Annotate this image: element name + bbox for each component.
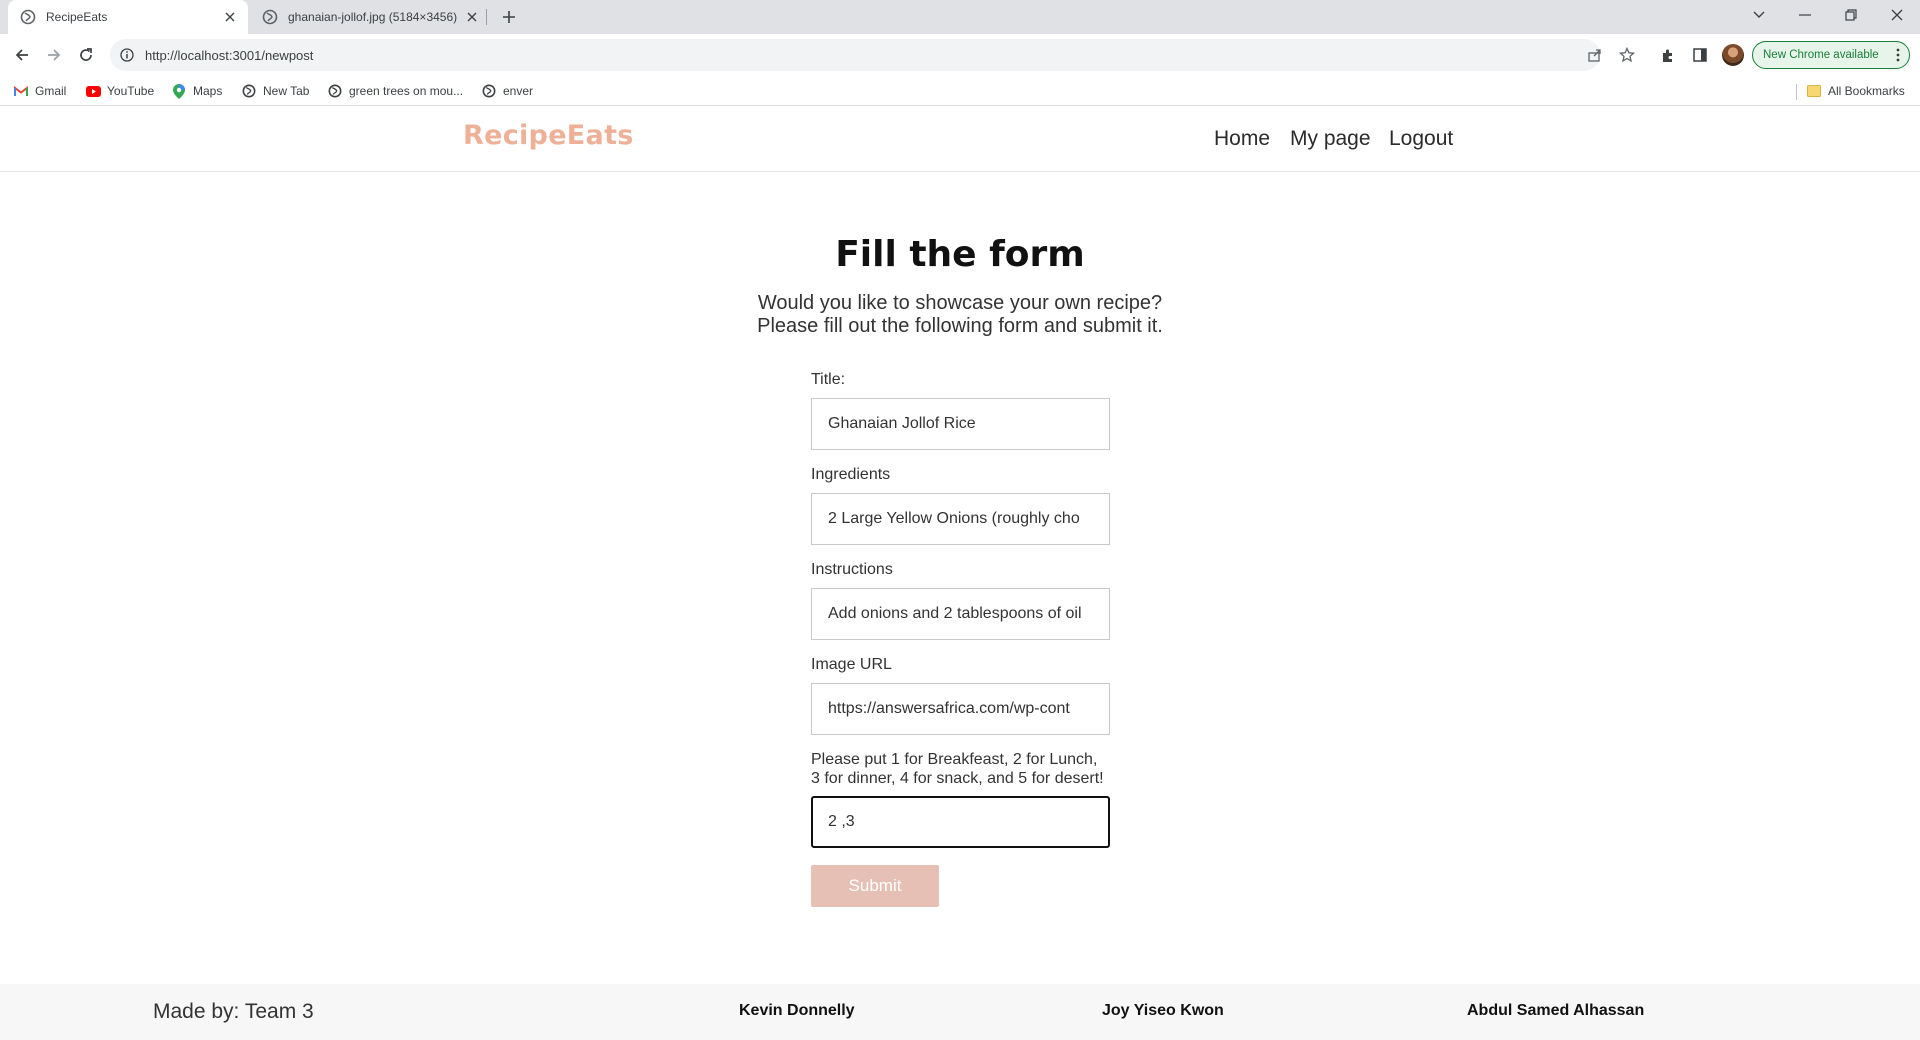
new-post-form-section: Fill the form Would you like to showcase…: [0, 172, 1920, 984]
bookmark-maps[interactable]: Maps: [171, 83, 222, 99]
bookmarks-bar: Gmail YouTube Maps New Tab green trees o…: [0, 76, 1920, 106]
intro-line-1: Would you like to showcase your own reci…: [757, 292, 1163, 314]
image-url-input-value: https://answersafrica.com/wp-cont: [828, 700, 1070, 717]
site-logo[interactable]: RecipeEats: [463, 120, 634, 151]
browser-toolbar: http://localhost:3001/newpost: [0, 34, 1920, 76]
share-icon[interactable]: [1585, 45, 1605, 65]
address-bar[interactable]: http://localhost:3001/newpost: [110, 39, 1600, 71]
maps-icon: [171, 83, 187, 99]
gmail-icon: [13, 83, 29, 99]
globe-icon: [481, 83, 497, 99]
site-footer: Made by: Team 3 Kevin Donnelly Joy Yiseo…: [0, 984, 1920, 1040]
reload-icon[interactable]: [72, 41, 100, 69]
team-member-name: Kevin Donnelly: [739, 1002, 855, 1019]
instructions-input[interactable]: Add onions and 2 tablespoons of oil: [811, 588, 1110, 640]
title-label: Title:: [811, 371, 846, 388]
bookmark-green-trees[interactable]: green trees on mou...: [327, 83, 463, 99]
nav-logout-link[interactable]: Logout: [1389, 127, 1453, 151]
bookmark-label: Gmail: [35, 84, 67, 98]
nav-my-page-link[interactable]: My page: [1290, 127, 1371, 151]
all-bookmarks-label: All Bookmarks: [1828, 84, 1905, 98]
globe-icon: [241, 83, 257, 99]
intro-line-2: Please fill out the following form and s…: [757, 315, 1163, 337]
minimize-icon[interactable]: [1782, 0, 1828, 30]
category-label-line-2: 3 for dinner, 4 for snack, and 5 for des…: [811, 770, 1104, 787]
close-window-icon[interactable]: [1874, 0, 1920, 30]
close-icon[interactable]: [222, 9, 238, 25]
more-menu-icon[interactable]: [1895, 48, 1901, 62]
category-label: Please put 1 for Breakfeast, 2 for Lunch…: [811, 750, 1104, 788]
team-member-name: Abdul Samed Alhassan: [1467, 1002, 1645, 1019]
image-url-input[interactable]: https://answersafrica.com/wp-cont: [811, 683, 1110, 735]
nav-home-link[interactable]: Home: [1214, 127, 1270, 151]
made-by-text: Made by: Team 3: [153, 1000, 314, 1023]
youtube-icon: [85, 83, 101, 99]
tab-search-icon[interactable]: [1736, 0, 1782, 30]
bookmark-label: New Tab: [263, 84, 310, 98]
globe-icon: [327, 83, 343, 99]
instructions-input-value: Add onions and 2 tablespoons of oil: [828, 605, 1082, 622]
forward-arrow-icon[interactable]: [40, 41, 68, 69]
bookmark-gmail[interactable]: Gmail: [13, 83, 66, 99]
bookmark-label: YouTube: [107, 84, 155, 98]
bookmark-label: green trees on mou...: [349, 84, 464, 98]
side-panel-icon[interactable]: [1690, 45, 1710, 65]
bookmark-youtube[interactable]: YouTube: [85, 83, 154, 99]
title-input[interactable]: Ghanaian Jollof Rice: [811, 398, 1110, 450]
bookmark-enver[interactable]: enver: [481, 83, 533, 99]
site-header: RecipeEats Home My page Logout: [0, 106, 1920, 172]
submit-button[interactable]: Submit: [811, 865, 939, 907]
bookmarks-divider: [1796, 84, 1797, 100]
globe-icon: [20, 9, 36, 25]
restore-icon[interactable]: [1828, 0, 1874, 30]
page-title: Fill the form: [835, 234, 1085, 275]
category-label-line-1: Please put 1 for Breakfeast, 2 for Lunch…: [811, 751, 1098, 768]
info-icon[interactable]: [119, 47, 135, 63]
ingredients-input[interactable]: 2 Large Yellow Onions (roughly cho: [811, 493, 1110, 545]
new-tab-button[interactable]: [498, 6, 520, 28]
profile-avatar[interactable]: [1722, 44, 1744, 66]
tab-title: ghanaian-jollof.jpg (5184×3456): [288, 10, 458, 24]
category-input[interactable]: 2 ,3: [811, 796, 1110, 848]
close-icon[interactable]: [464, 9, 480, 25]
tab-title: RecipeEats: [46, 10, 108, 24]
globe-icon: [262, 9, 278, 25]
team-member-name: Joy Yiseo Kwon: [1102, 1002, 1224, 1019]
image-url-label: Image URL: [811, 656, 892, 673]
instructions-label: Instructions: [811, 561, 893, 578]
form-intro: Would you like to showcase your own reci…: [0, 292, 1920, 338]
ingredients-label: Ingredients: [811, 466, 891, 483]
bookmark-label: enver: [503, 84, 534, 98]
bookmark-new-tab[interactable]: New Tab: [241, 83, 309, 99]
url-text: http://localhost:3001/newpost: [145, 47, 314, 63]
tab-ghanaian-jollof[interactable]: ghanaian-jollof.jpg (5184×3456): [252, 0, 490, 34]
folder-icon: [1806, 83, 1822, 99]
ingredients-input-value: 2 Large Yellow Onions (roughly cho: [828, 510, 1080, 527]
chrome-update-label: New Chrome available: [1763, 49, 1879, 61]
tab-divider: [486, 9, 487, 25]
title-input-value: Ghanaian Jollof Rice: [828, 415, 976, 432]
tab-recipeeats[interactable]: RecipeEats: [8, 0, 248, 34]
bookmark-label: Maps: [193, 84, 223, 98]
all-bookmarks-button[interactable]: All Bookmarks: [1806, 83, 1905, 99]
chrome-update-button[interactable]: New Chrome available: [1752, 41, 1910, 69]
extensions-icon[interactable]: [1658, 45, 1678, 65]
bookmark-star-icon[interactable]: [1617, 45, 1637, 65]
browser-tabstrip: RecipeEats ghanaian-jollof.jpg (5184×345…: [0, 0, 1920, 34]
back-arrow-icon[interactable]: [8, 41, 36, 69]
category-input-value: 2 ,3: [828, 813, 855, 830]
